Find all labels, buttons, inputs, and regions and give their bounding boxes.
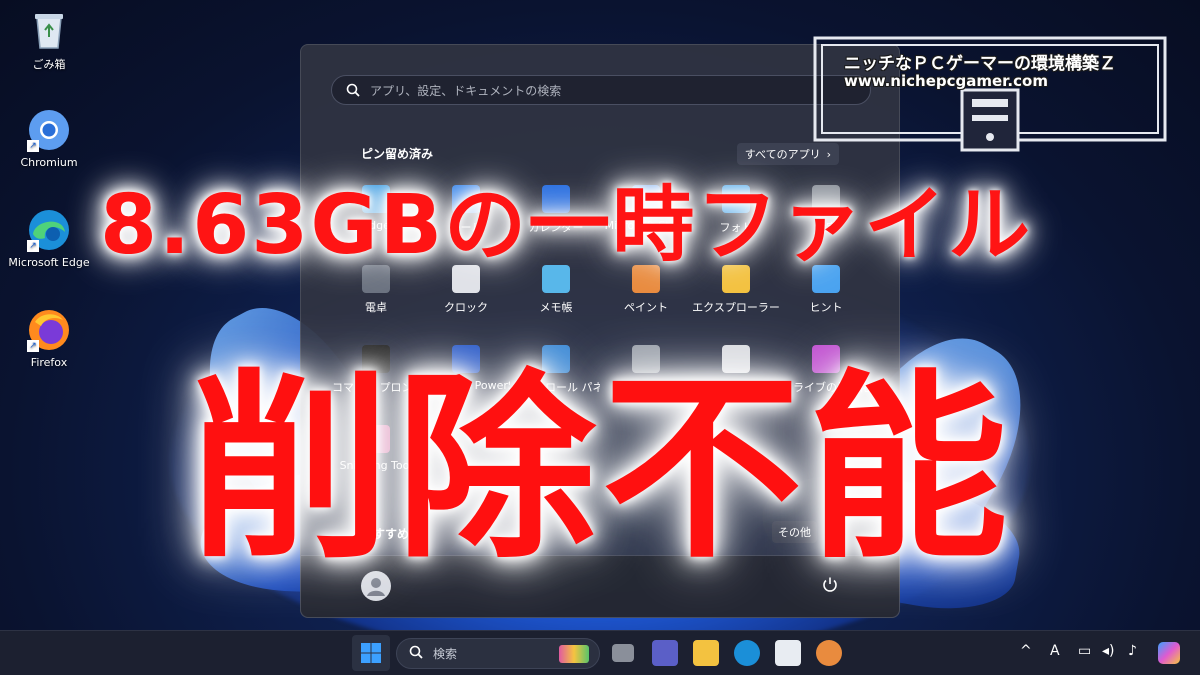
desktop-icon-label: ごみ箱: [32, 58, 66, 71]
windows-logo-icon: [361, 643, 381, 663]
network-icon[interactable]: ▭: [1078, 643, 1091, 659]
pinned-app-label: 電卓: [365, 301, 387, 314]
pinned-app-label: クロック: [444, 301, 488, 314]
desktop-icon-label: Chromium: [20, 156, 78, 169]
logo-title: ニッチなＰＣゲーマーの環境構築Ｚ: [844, 54, 1116, 74]
desktop-icon-edge[interactable]: ↗ Microsoft Edge: [7, 208, 91, 269]
store-icon[interactable]: [775, 640, 801, 666]
headline-text: 8.63GBの一時ファイル: [100, 178, 1033, 273]
chevron-up-icon[interactable]: ^: [1020, 643, 1032, 659]
pinned-heading: ピン留め済み: [361, 147, 434, 161]
start-button[interactable]: [352, 635, 390, 671]
ime-mode-indicator[interactable]: A: [1050, 643, 1060, 659]
desktop-icon-chromium[interactable]: ↗ Chromium: [7, 108, 91, 169]
search-icon: [346, 83, 360, 97]
desktop-icon-recycle-bin[interactable]: ごみ箱: [7, 8, 91, 72]
start-search-input[interactable]: アプリ、設定、ドキュメントの検索: [331, 75, 871, 105]
firefox-icon: ↗: [27, 308, 71, 352]
desktop-icon-label: Firefox: [30, 356, 68, 369]
volume-icon[interactable]: ◂): [1102, 643, 1115, 659]
copilot-icon[interactable]: [1158, 642, 1180, 664]
edge-taskbar-icon[interactable]: [734, 640, 760, 666]
logo-url: www.nichepcgamer.com: [844, 72, 1048, 90]
search-placeholder: アプリ、設定、ドキュメントの検索: [370, 83, 562, 98]
desktop-icon-firefox[interactable]: ↗ Firefox: [7, 308, 91, 369]
task-view-icon[interactable]: [612, 644, 634, 662]
shortcut-arrow-icon: ↗: [27, 240, 39, 252]
pinned-app-label: ヒント: [809, 301, 843, 314]
shortcut-arrow-icon: ↗: [27, 340, 39, 352]
pinned-app-label: エクスプローラー: [692, 301, 780, 314]
search-icon: [409, 645, 423, 662]
file-explorer-icon[interactable]: [693, 640, 719, 666]
pinned-app-label: メモ帳: [539, 301, 573, 314]
taskbar-search-label: 検索: [433, 647, 458, 661]
recycle-bin-icon: [27, 8, 71, 52]
headline-large-text: 削除不能: [190, 353, 1015, 586]
teams-icon[interactable]: [652, 640, 678, 666]
search-highlight-icon: [559, 644, 589, 663]
edge-icon: ↗: [27, 208, 71, 252]
taskbar-search[interactable]: 検索: [396, 638, 600, 669]
taskbar: 検索 ^ A ▭ ◂) ♪: [0, 630, 1200, 675]
chromium-icon: ↗: [27, 108, 71, 152]
all-apps-label: すべてのアプリ: [744, 148, 821, 161]
shortcut-arrow-icon: ↗: [27, 140, 39, 152]
notification-bell-icon[interactable]: ♪: [1128, 643, 1137, 659]
paint-taskbar-icon[interactable]: [816, 640, 842, 666]
desktop-icon-label: Microsoft Edge: [8, 256, 90, 269]
pinned-app-label: ペイント: [624, 301, 668, 314]
